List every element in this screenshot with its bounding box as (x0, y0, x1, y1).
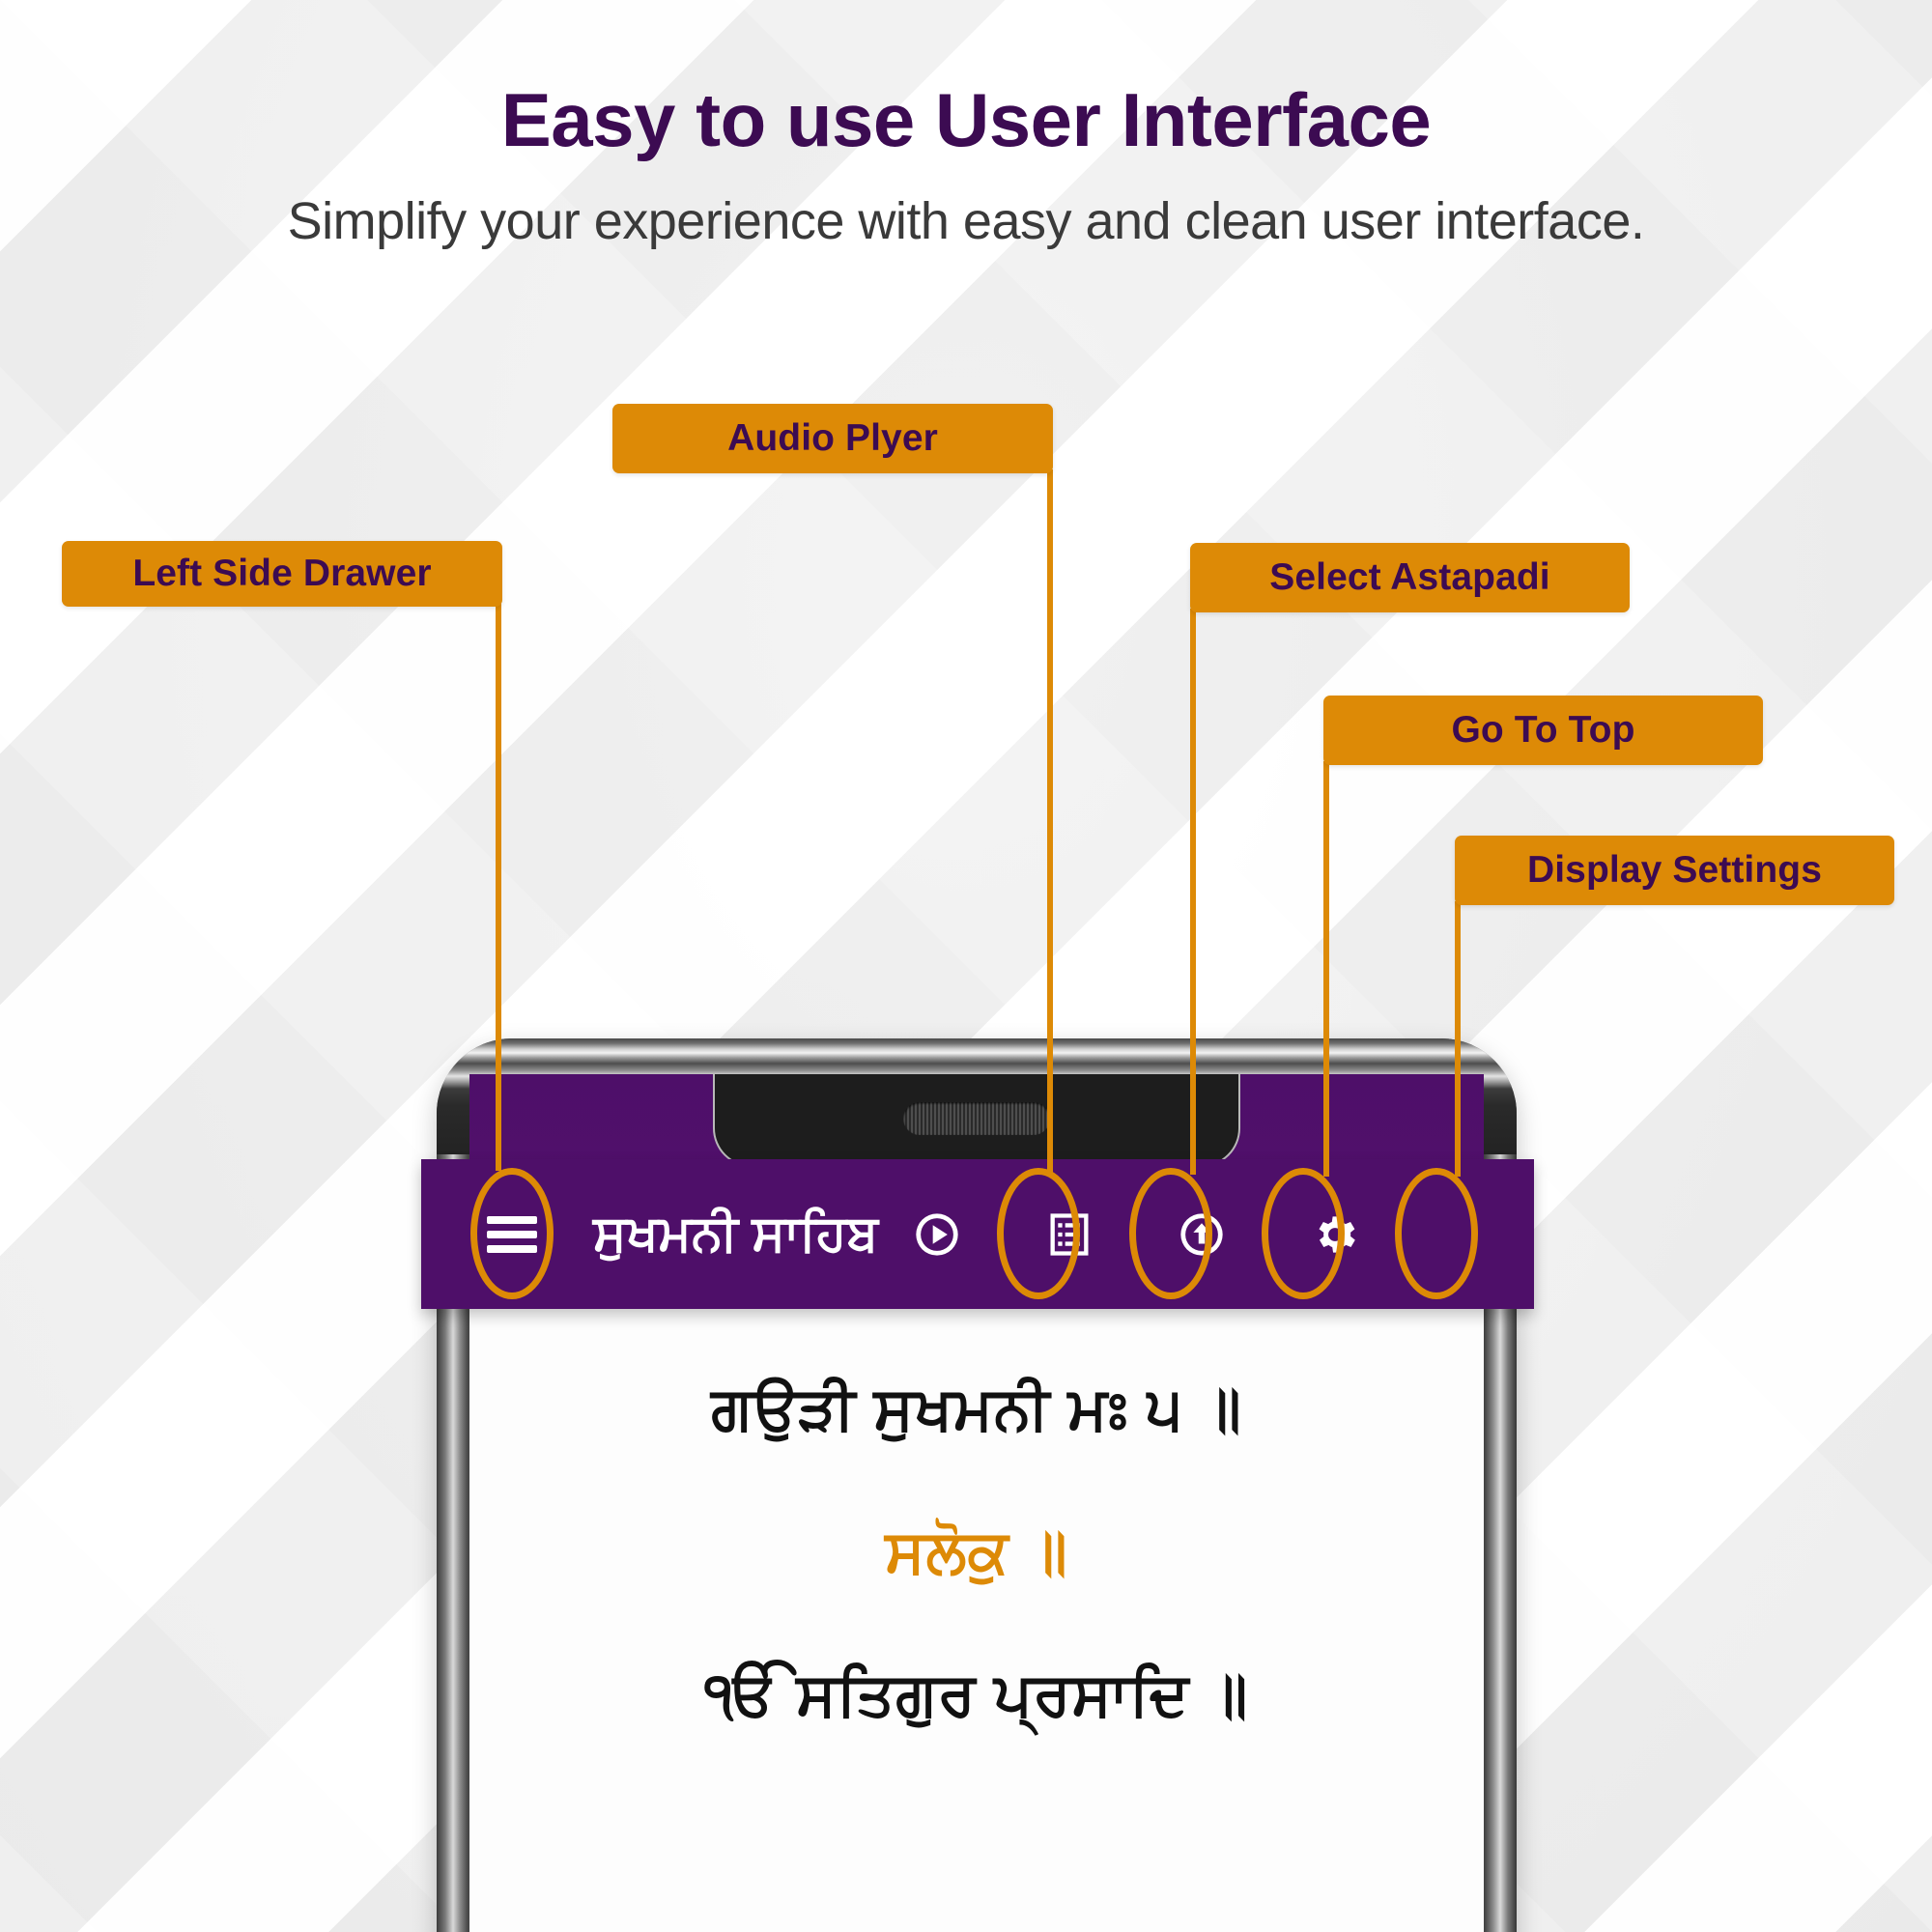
app-bar-title: ਸੁਖਮਨੀ ਸਾਹਿਬ (593, 1206, 879, 1262)
scripture-line: ਗਉੜੀ ਸੁਖਮਨੀ ਮਃ ੫ ॥ (711, 1376, 1242, 1442)
app-bar: ਸੁਖਮਨੀ ਸਾਹਿਬ (421, 1159, 1534, 1309)
scripture-text-area: ੴ ਸਤਿਗੁਰ ਪ੍ਰਸਾਦਿ ॥ ਗਉੜੀ ਸੁਖਮਨੀ ਮਃ ੫ ॥ ਸਲ… (469, 1236, 1484, 1808)
callout-audio-player: Audio Plyer (612, 404, 1053, 473)
list-index-icon[interactable] (1044, 1209, 1094, 1260)
leader-line-go-to-top (1323, 761, 1329, 1177)
arrow-up-circle-icon[interactable] (1177, 1209, 1227, 1260)
callout-display-settings: Display Settings (1455, 836, 1894, 905)
scripture-line: ੴ ਸਤਿਗੁਰ ਪ੍ਰਸਾਦਿ ॥ (704, 1662, 1249, 1728)
play-circle-icon[interactable] (912, 1209, 962, 1260)
callout-left-side-drawer: Left Side Drawer (62, 541, 502, 607)
leader-line-select-astapadi (1190, 609, 1196, 1175)
speaker-grille-icon (903, 1102, 1050, 1135)
page-subtitle: Simplify your experience with easy and c… (287, 191, 1645, 250)
leader-line-display-settings (1455, 901, 1461, 1177)
play-circle-glyph (916, 1212, 958, 1256)
leader-line-left-side-drawer (496, 601, 501, 1171)
header-block: Easy to use User Interface Simplify your… (0, 0, 1932, 250)
hamburger-menu-icon[interactable] (487, 1209, 537, 1260)
notch-cutout (713, 1074, 1240, 1167)
leader-line-audio-player (1047, 469, 1053, 1175)
callout-go-to-top: Go To Top (1323, 696, 1763, 765)
list-index-glyph (1050, 1212, 1089, 1256)
scripture-line-heading: ਸਲੋਕੁ ॥ (885, 1519, 1068, 1585)
gear-icon[interactable] (1310, 1209, 1360, 1260)
phone-mockup: ੴ ਸਤਿਗੁਰ ਪ੍ਰਸਾਦਿ ॥ ਗਉੜੀ ਸੁਖਮਨੀ ਮਃ ੫ ॥ ਸਲ… (0, 0, 1932, 1932)
page-title: Easy to use User Interface (500, 77, 1432, 162)
callout-select-astapadi: Select Astapadi (1190, 543, 1630, 612)
gear-glyph (1319, 1215, 1355, 1253)
arrow-up-circle-glyph (1180, 1212, 1223, 1256)
phone-notch (469, 1074, 1484, 1169)
